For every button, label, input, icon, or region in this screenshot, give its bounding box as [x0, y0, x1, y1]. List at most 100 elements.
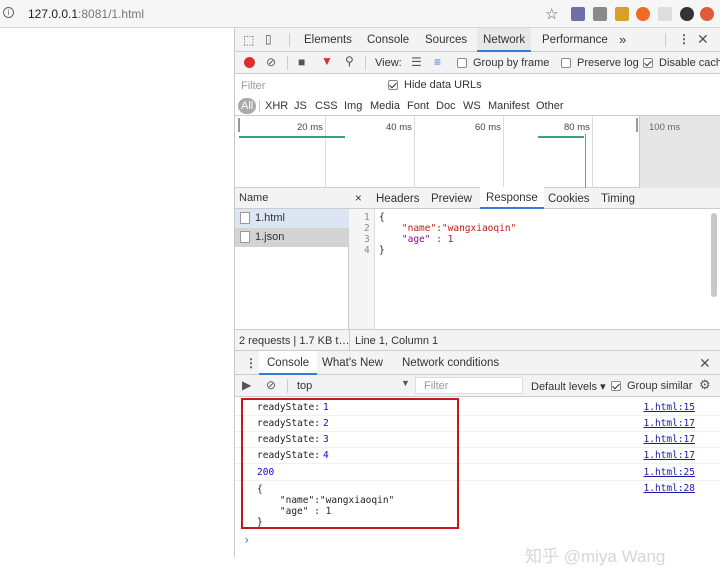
view-label: View:	[375, 57, 402, 69]
console-prompt[interactable]: ›	[243, 533, 250, 547]
sidebar-toggle-icon[interactable]: ▶	[242, 378, 251, 392]
disable-cache-label: Disable cach	[659, 57, 720, 69]
line-number: 2	[364, 223, 370, 234]
search-icon[interactable]: ⚲	[345, 54, 354, 68]
json-file-icon	[240, 231, 250, 243]
tab-elements[interactable]: Elements	[304, 28, 352, 52]
request-bar	[239, 136, 345, 138]
filter-funnel-icon[interactable]: ▼	[321, 54, 333, 68]
preserve-log-checkbox[interactable]	[561, 58, 571, 68]
hide-data-urls-label: Hide data URLs	[404, 79, 482, 91]
kebab-menu-icon[interactable]: ⋮	[678, 32, 690, 46]
browser-address-bar: i 127.0.0.1:8081/1.html ☆	[0, 0, 720, 28]
tick-label: 60 ms	[475, 122, 501, 133]
type-xhr[interactable]: XHR	[265, 96, 288, 116]
close-icon[interactable]: ✕	[697, 31, 709, 48]
request-row[interactable]: 1.json	[235, 228, 349, 247]
context-selector[interactable]: top	[297, 380, 312, 392]
tab-sources[interactable]: Sources	[425, 28, 467, 52]
group-by-frame-label: Group by frame	[473, 57, 550, 69]
source-link[interactable]: 1.html:17	[644, 434, 695, 445]
line-gutter	[349, 209, 375, 329]
extension-icon[interactable]	[700, 7, 714, 21]
more-tabs-icon[interactable]: »	[619, 28, 626, 52]
extension-icon[interactable]	[571, 7, 585, 21]
type-css[interactable]: CSS	[315, 96, 338, 116]
tab-console[interactable]: Console	[259, 351, 318, 375]
code-line: }	[379, 245, 385, 256]
waterfall-icon[interactable]: ≡	[434, 55, 441, 69]
large-rows-icon[interactable]: ☰	[411, 55, 422, 69]
request-list-header: Name	[235, 188, 349, 209]
close-detail-icon[interactable]: ×	[355, 187, 362, 211]
response-body[interactable]: 1 2 3 4 { "name":"wangxiaoqin" "age" : 1…	[349, 209, 720, 329]
info-icon[interactable]: i	[3, 7, 14, 18]
code-line: {	[379, 212, 385, 223]
filter-input[interactable]: Filter	[241, 80, 265, 92]
scrollbar[interactable]	[711, 213, 717, 297]
extension-icon[interactable]	[615, 7, 629, 21]
console-filter-input[interactable]: Filter	[415, 377, 523, 394]
tab-whats-new[interactable]: What's New	[322, 351, 383, 375]
type-manifest[interactable]: Manifest	[488, 96, 530, 116]
tab-response[interactable]: Response	[480, 187, 544, 209]
type-all[interactable]: All	[238, 98, 257, 114]
tick-label: 100 ms	[649, 122, 681, 133]
group-by-frame-checkbox[interactable]	[457, 58, 467, 68]
disable-cache-checkbox[interactable]	[643, 58, 653, 68]
log-levels-dropdown[interactable]: Default levels ▾	[531, 380, 606, 393]
close-icon[interactable]: ✕	[699, 355, 711, 372]
drawer-menu-icon[interactable]: ⋮	[245, 356, 257, 370]
tab-performance[interactable]: Performance	[542, 28, 608, 52]
record-icon[interactable]	[244, 57, 255, 68]
device-toolbar-icon[interactable]: ▯	[265, 32, 272, 46]
screenshot-camera-icon[interactable]: ■	[298, 55, 305, 69]
hide-data-urls-checkbox[interactable]	[388, 80, 398, 90]
range-handle-right[interactable]	[636, 118, 638, 132]
timeline-overview[interactable]: 20 ms 40 ms 60 ms 80 ms 100 ms	[235, 116, 720, 188]
source-link[interactable]: 1.html:25	[644, 467, 695, 478]
github-icon[interactable]	[680, 7, 694, 21]
type-ws[interactable]: WS	[463, 96, 481, 116]
document-file-icon	[240, 212, 250, 224]
network-filter-row: Filter Hide data URLs	[235, 74, 720, 96]
tab-timing[interactable]: Timing	[601, 187, 635, 211]
clear-console-icon[interactable]: ⊘	[266, 378, 276, 392]
type-font[interactable]: Font	[407, 96, 429, 116]
source-link[interactable]: 1.html:17	[644, 418, 695, 429]
type-doc[interactable]: Doc	[436, 96, 456, 116]
tab-cookies[interactable]: Cookies	[548, 187, 590, 211]
request-row-selected[interactable]: 1.html	[235, 209, 349, 228]
name-column-header[interactable]: Name	[239, 192, 268, 204]
tab-network-conditions[interactable]: Network conditions	[402, 351, 499, 375]
source-link[interactable]: 1.html:15	[644, 402, 695, 413]
bookmark-star-icon[interactable]: ☆	[545, 5, 558, 23]
tick-label: 40 ms	[386, 122, 412, 133]
tab-console[interactable]: Console	[367, 28, 409, 52]
drawer-tabbar: ⋮ Console What's New Network conditions …	[235, 351, 720, 375]
clear-icon[interactable]: ⊘	[266, 55, 276, 69]
type-other[interactable]: Other	[536, 96, 564, 116]
type-img[interactable]: Img	[344, 96, 362, 116]
type-js[interactable]: JS	[294, 96, 307, 116]
source-link[interactable]: 1.html:28	[644, 483, 695, 494]
code-line: "age" : 1	[379, 234, 454, 245]
inspect-element-icon[interactable]: ⬚	[243, 33, 254, 47]
url-field[interactable]: 127.0.0.1:8081/1.html	[28, 7, 144, 21]
chevron-down-icon[interactable]: ▼	[401, 378, 410, 388]
gear-icon[interactable]: ⚙	[699, 377, 711, 393]
request-list: Name 1.html 1.json	[235, 188, 349, 329]
tab-preview[interactable]: Preview	[431, 187, 472, 211]
devtools-panel: ⬚ ▯ Elements Console Sources Network Per…	[234, 28, 720, 566]
tab-network[interactable]: Network	[477, 28, 532, 52]
tab-headers[interactable]: Headers	[376, 187, 419, 211]
extension-icon[interactable]	[593, 7, 607, 21]
extension-icon[interactable]	[658, 7, 672, 21]
extension-icon[interactable]	[636, 7, 650, 21]
network-toolbar: ⊘ ■ ▼ ⚲ View: ☰ ≡ Group by frame Preserv…	[235, 52, 720, 74]
range-handle-left[interactable]	[238, 118, 240, 132]
type-media[interactable]: Media	[370, 96, 400, 116]
request-name: 1.html	[255, 212, 285, 224]
group-similar-checkbox[interactable]	[611, 381, 621, 391]
source-link[interactable]: 1.html:17	[644, 450, 695, 461]
